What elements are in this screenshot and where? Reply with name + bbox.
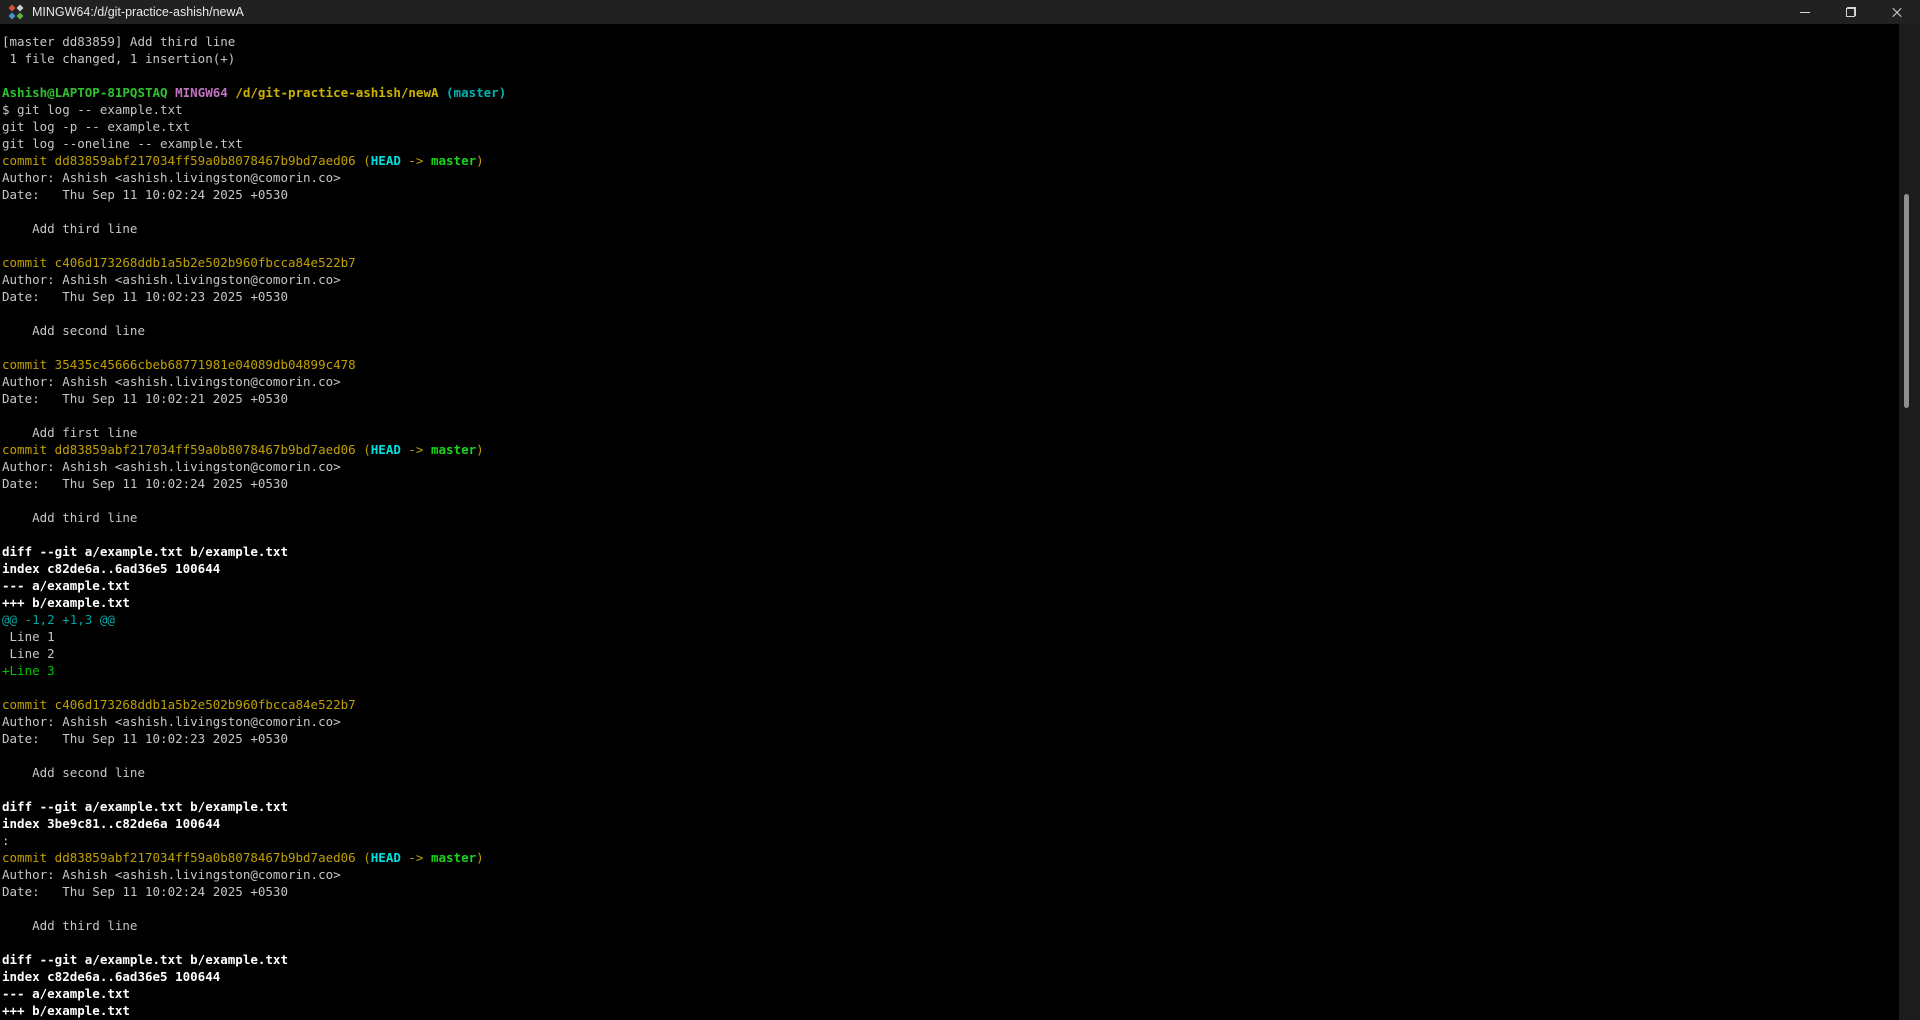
terminal-line: Add second line	[2, 322, 1899, 339]
terminal-line: commit dd83859abf217034ff59a0b8078467b9b…	[2, 152, 1899, 169]
terminal-line	[2, 305, 1899, 322]
terminal-line: Line 1	[2, 628, 1899, 645]
terminal-line: Add third line	[2, 509, 1899, 526]
terminal-line: Date: Thu Sep 11 10:02:23 2025 +0530	[2, 730, 1899, 747]
terminal[interactable]: [master dd83859] Add third line 1 file c…	[0, 24, 1899, 1020]
close-button[interactable]	[1874, 0, 1920, 24]
terminal-line: Add third line	[2, 220, 1899, 237]
terminal-line: Date: Thu Sep 11 10:02:24 2025 +0530	[2, 475, 1899, 492]
scrollbar-thumb[interactable]	[1904, 194, 1909, 408]
terminal-line: 1 file changed, 1 insertion(+)	[2, 50, 1899, 67]
terminal-line: commit dd83859abf217034ff59a0b8078467b9b…	[2, 441, 1899, 458]
terminal-line: Add third line	[2, 917, 1899, 934]
window-title: MINGW64:/d/git-practice-ashish/newA	[32, 5, 1782, 19]
restore-icon	[1846, 7, 1856, 17]
terminal-line	[2, 679, 1899, 696]
terminal-line: Author: Ashish <ashish.livingston@comori…	[2, 866, 1899, 883]
terminal-line: Date: Thu Sep 11 10:02:23 2025 +0530	[2, 288, 1899, 305]
terminal-line: Author: Ashish <ashish.livingston@comori…	[2, 713, 1899, 730]
terminal-line: @@ -1,2 +1,3 @@	[2, 611, 1899, 628]
terminal-line: diff --git a/example.txt b/example.txt	[2, 951, 1899, 968]
restore-button[interactable]	[1828, 0, 1874, 24]
close-icon	[1891, 6, 1903, 18]
terminal-line: Date: Thu Sep 11 10:02:21 2025 +0530	[2, 390, 1899, 407]
terminal-line: commit c406d173268ddb1a5b2e502b960fbcca8…	[2, 696, 1899, 713]
terminal-line: commit 35435c45666cbeb68771981e04089db04…	[2, 356, 1899, 373]
terminal-line: commit c406d173268ddb1a5b2e502b960fbcca8…	[2, 254, 1899, 271]
terminal-line	[2, 203, 1899, 220]
terminal-line: +++ b/example.txt	[2, 1002, 1899, 1019]
terminal-line	[2, 747, 1899, 764]
terminal-line	[2, 339, 1899, 356]
terminal-line: Author: Ashish <ashish.livingston@comori…	[2, 458, 1899, 475]
terminal-line: $ git log -- example.txt	[2, 101, 1899, 118]
terminal-line: Author: Ashish <ashish.livingston@comori…	[2, 373, 1899, 390]
terminal-line	[2, 781, 1899, 798]
terminal-line	[2, 492, 1899, 509]
terminal-line: commit dd83859abf217034ff59a0b8078467b9b…	[2, 849, 1899, 866]
terminal-line	[2, 526, 1899, 543]
terminal-line: Author: Ashish <ashish.livingston@comori…	[2, 271, 1899, 288]
title-bar: MINGW64:/d/git-practice-ashish/newA	[0, 0, 1920, 24]
terminal-line: +++ b/example.txt	[2, 594, 1899, 611]
terminal-line	[2, 934, 1899, 951]
terminal-line: Date: Thu Sep 11 10:02:24 2025 +0530	[2, 883, 1899, 900]
terminal-line: diff --git a/example.txt b/example.txt	[2, 543, 1899, 560]
terminal-line	[2, 900, 1899, 917]
terminal-line: git log --oneline -- example.txt	[2, 135, 1899, 152]
terminal-line: --- a/example.txt	[2, 577, 1899, 594]
minimize-icon	[1800, 12, 1810, 13]
terminal-line: Date: Thu Sep 11 10:02:24 2025 +0530	[2, 186, 1899, 203]
scrollbar[interactable]	[1899, 24, 1920, 1020]
terminal-line	[2, 67, 1899, 84]
terminal-line: +Line 3	[2, 662, 1899, 679]
terminal-line: Line 2	[2, 645, 1899, 662]
terminal-line: Ashish@LAPTOP-81PQSTAQ MINGW64 /d/git-pr…	[2, 84, 1899, 101]
git-mingw-icon	[8, 4, 24, 20]
terminal-line: Author: Ashish <ashish.livingston@comori…	[2, 169, 1899, 186]
terminal-output: [master dd83859] Add third line 1 file c…	[2, 33, 1899, 1019]
terminal-line	[2, 237, 1899, 254]
terminal-line: index 3be9c81..c82de6a 100644	[2, 815, 1899, 832]
terminal-line: git log -p -- example.txt	[2, 118, 1899, 135]
terminal-line: diff --git a/example.txt b/example.txt	[2, 798, 1899, 815]
terminal-line: --- a/example.txt	[2, 985, 1899, 1002]
minimize-button[interactable]	[1782, 0, 1828, 24]
terminal-line: index c82de6a..6ad36e5 100644	[2, 560, 1899, 577]
terminal-line: index c82de6a..6ad36e5 100644	[2, 968, 1899, 985]
terminal-line: [master dd83859] Add third line	[2, 33, 1899, 50]
terminal-line: Add first line	[2, 424, 1899, 441]
terminal-line: :	[2, 832, 1899, 849]
window-controls	[1782, 0, 1920, 24]
terminal-line: Add second line	[2, 764, 1899, 781]
terminal-line	[2, 407, 1899, 424]
